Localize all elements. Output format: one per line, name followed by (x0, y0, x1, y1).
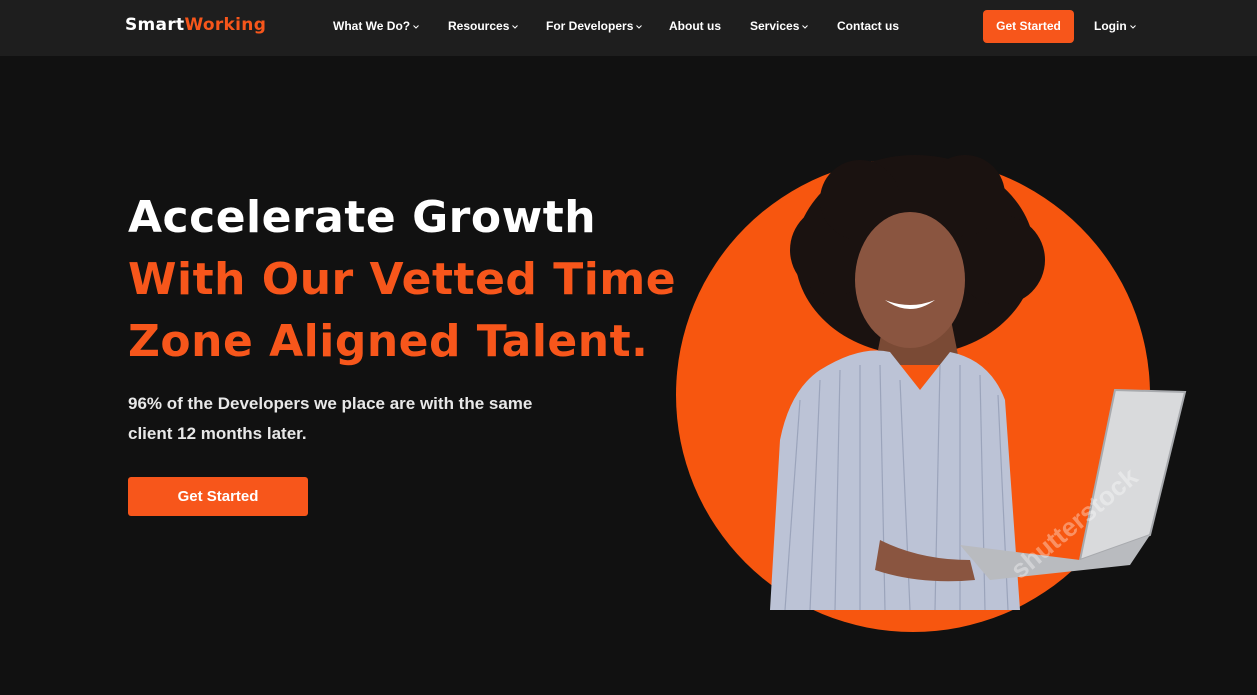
get-started-hero-button[interactable]: Get Started (128, 477, 308, 516)
nav-item-label: About us (669, 19, 721, 33)
nav-item-label: What We Do? (333, 19, 411, 33)
nav-item-label: For Developers (546, 19, 634, 33)
chevron-down-icon (802, 24, 809, 29)
hero-heading-line-2: With Our Vetted Time (128, 254, 677, 305)
hero-heading-line-1: Accelerate Growth (128, 192, 597, 243)
chevron-down-icon (512, 24, 519, 29)
chevron-down-icon (413, 24, 419, 29)
nav-item-services[interactable]: Services (750, 18, 809, 34)
face-shape (855, 212, 965, 348)
nav-item-about-us[interactable]: About us (669, 18, 721, 34)
get-started-nav-button[interactable]: Get Started (983, 10, 1074, 43)
hero-image: shutterstock (676, 155, 1187, 632)
logo-text-smart: Smart (125, 15, 185, 35)
nav-item-what-we-do[interactable]: What We Do? (333, 18, 419, 34)
nav-item-label: Resources (448, 19, 510, 33)
nav-item-resources[interactable]: Resources (448, 18, 519, 34)
logo-text-working: Working (184, 15, 267, 35)
login-dropdown[interactable]: Login (1094, 18, 1136, 34)
hero-heading-line-3: Zone Aligned Talent. (128, 316, 649, 367)
nav-item-for-developers[interactable]: For Developers (546, 18, 643, 34)
top-navbar: SmartWorking What We Do? Resources For D… (0, 0, 1257, 56)
smartworking-logo[interactable]: SmartWorking (125, 14, 266, 36)
nav-item-label: Services (750, 19, 800, 33)
chevron-down-icon (636, 24, 643, 29)
nav-item-contact-us[interactable]: Contact us (837, 18, 899, 34)
login-label: Login (1094, 19, 1127, 33)
chevron-down-icon (1129, 24, 1136, 29)
nav-item-label: Contact us (837, 19, 900, 33)
hero-subtext: 96% of the Developers we place are with … (128, 394, 533, 443)
